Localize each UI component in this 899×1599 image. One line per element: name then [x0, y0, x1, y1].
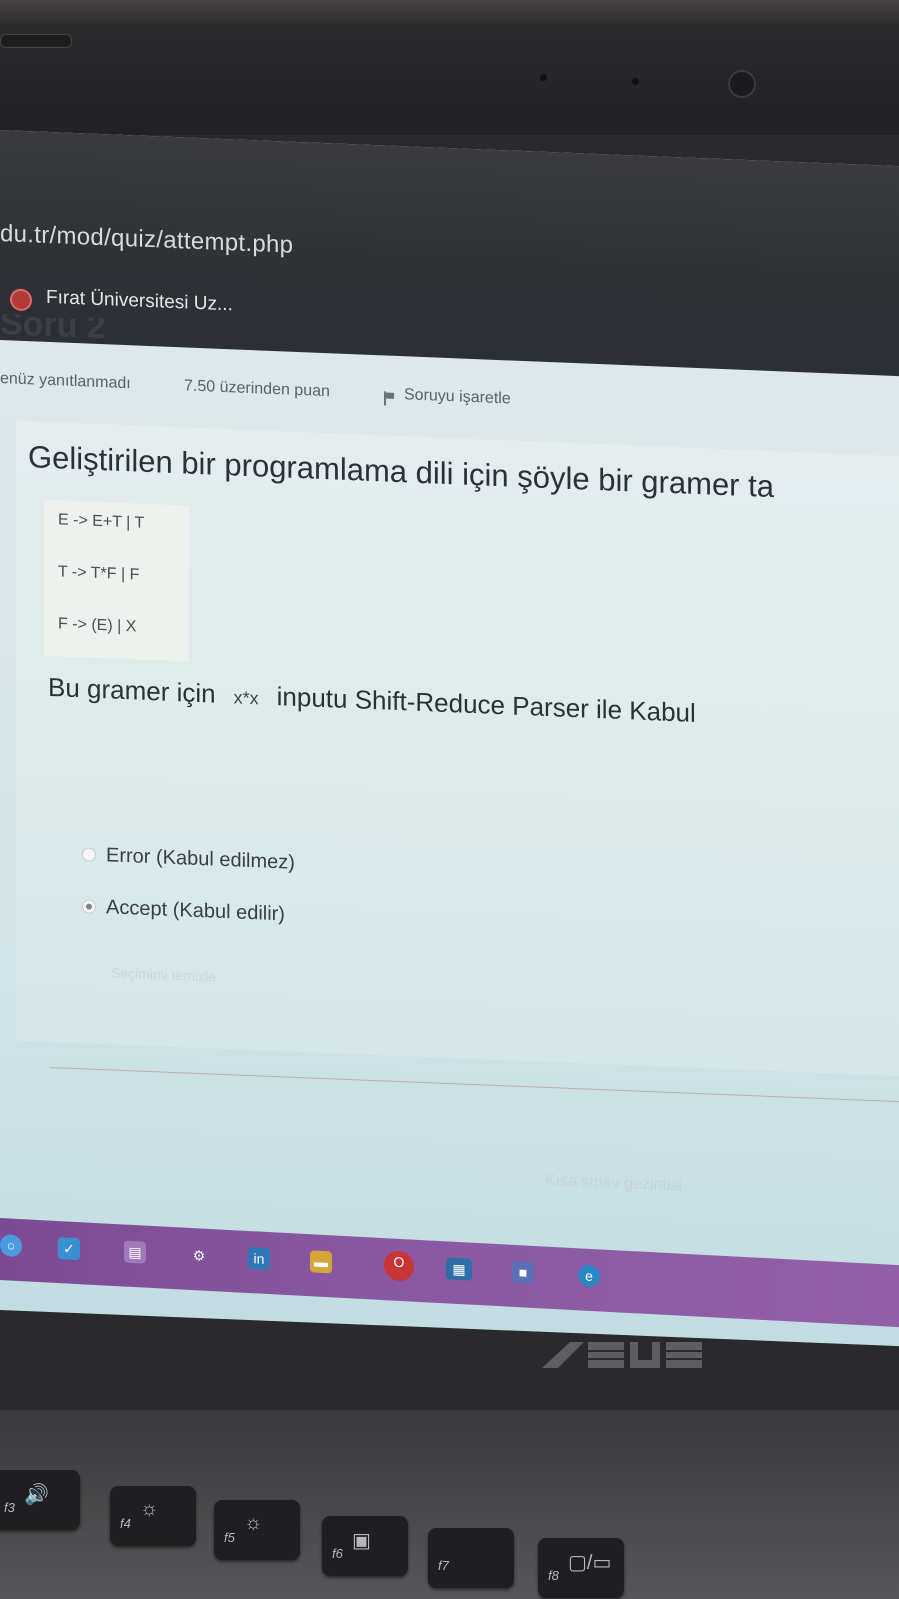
radio-button[interactable]	[82, 847, 96, 862]
asus-logo	[542, 1342, 702, 1368]
grammar-box: E -> E+T | T T -> T*F | F F -> (E) | X	[44, 499, 189, 662]
edge-icon[interactable]: e	[578, 1264, 600, 1288]
brightness-up-icon: ☼	[244, 1512, 263, 1534]
grammar-rule: F -> (E) | X	[58, 615, 137, 636]
linkedin-icon[interactable]: in	[248, 1246, 270, 1271]
option-label[interactable]: Error (Kabul edilmez)	[106, 844, 295, 875]
prompt-suffix: inputu Shift-Reduce Parser ile Kabul	[276, 681, 696, 728]
question-heading: Soru 2	[0, 314, 106, 345]
checkmark-icon[interactable]: ✓	[58, 1237, 80, 1261]
question-points: 7.50 üzerinden puan	[184, 377, 330, 401]
key-f3[interactable]: 🔊 f3	[0, 1470, 80, 1530]
screen: du.tr/mod/quiz/attempt.php Fırat Ünivers…	[0, 130, 899, 1347]
quiz-navigation-link[interactable]: Kısa sınav gezintisi	[545, 1172, 682, 1196]
input-string: x*x	[233, 687, 259, 709]
laptop-bezel	[0, 0, 899, 135]
key-f5[interactable]: ☼ f5	[214, 1500, 300, 1560]
option-label[interactable]: Accept (Kabul edilir)	[106, 896, 285, 926]
display-icon: ▣	[352, 1530, 371, 1552]
ambient-sensor	[540, 74, 547, 81]
flag-icon[interactable]	[384, 391, 396, 405]
grammar-rule: T -> T*F | F	[58, 563, 140, 584]
browser-toolbar: du.tr/mod/quiz/attempt.php Fırat Ünivers…	[0, 130, 899, 377]
webcam-icon	[728, 70, 756, 98]
key-f7[interactable]: f7	[428, 1528, 514, 1588]
question-prompt: Bu gramer için x*x inputu Shift-Reduce Par…	[48, 672, 696, 729]
url-bar[interactable]: du.tr/mod/quiz/attempt.php	[0, 220, 293, 260]
grammar-rule: E -> E+T | T	[58, 511, 145, 532]
key-f6[interactable]: ▣ f6	[322, 1516, 408, 1576]
keyboard: 🔊 f3 ☼ f4 ☼ f5 ▣ f6 f7 ▢/▭ f8	[0, 1410, 899, 1599]
files-icon[interactable]: ▤	[124, 1240, 146, 1264]
question-status: enüz yanıtlanmadı	[0, 370, 131, 393]
search-icon[interactable]: ○	[0, 1234, 22, 1258]
brightness-down-icon: ☼	[140, 1498, 159, 1520]
prompt-prefix: Bu gramer için	[48, 671, 216, 709]
radio-button-selected[interactable]	[82, 899, 96, 914]
clear-choice-link[interactable]: Seçimimi temizle	[111, 964, 216, 984]
question-card: Geliştirilen bir programlama dili için ş…	[16, 420, 899, 1077]
tab-favicon-icon	[10, 288, 32, 312]
question-text: Geliştirilen bir programlama dili için ş…	[28, 439, 774, 505]
browser-tab[interactable]: Fırat Üniversitesi Uz...	[46, 287, 233, 317]
folder-icon[interactable]: ▬	[310, 1250, 332, 1274]
divider	[50, 1067, 899, 1103]
bezel-hinge	[0, 34, 72, 48]
key-f8[interactable]: ▢/▭ f8	[538, 1538, 624, 1598]
screen-switch-icon: ▢/▭	[568, 1552, 612, 1574]
mic-hole	[632, 78, 639, 85]
app-icon[interactable]: ■	[512, 1260, 534, 1284]
key-f4[interactable]: ☼ f4	[110, 1486, 196, 1546]
settings-icon[interactable]: ⚙	[188, 1244, 210, 1267]
speaker-icon: 🔊	[24, 1484, 49, 1506]
store-icon[interactable]: ▦	[446, 1257, 472, 1281]
flag-question-link[interactable]: Soruyu işaretle	[404, 386, 511, 408]
opera-icon[interactable]: O	[384, 1250, 414, 1282]
